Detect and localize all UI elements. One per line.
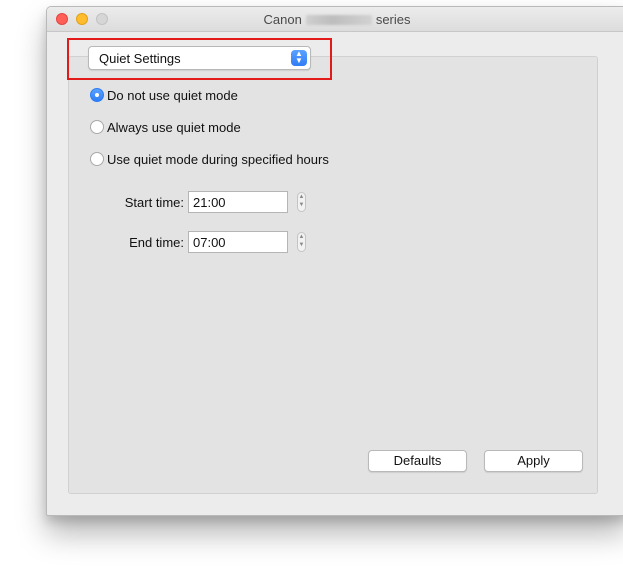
radio-label: Use quiet mode during specified hours: [107, 151, 329, 167]
radio-do-not-use-quiet-mode[interactable]: Do not use quiet mode: [90, 85, 238, 105]
start-time-field[interactable]: [188, 191, 288, 213]
apply-button[interactable]: Apply: [484, 450, 583, 472]
start-time-label: Start time:: [124, 195, 184, 210]
radio-label: Do not use quiet mode: [107, 87, 238, 103]
window-title-series: series: [375, 12, 411, 27]
radio-selected-icon: [90, 88, 104, 102]
settings-popup-label: Quiet Settings: [99, 51, 181, 66]
chevron-up-down-icon: ▲ ▼: [291, 50, 307, 66]
end-time-label: End time:: [129, 235, 184, 250]
radio-unselected-icon: [90, 152, 104, 166]
end-time-stepper[interactable]: ▲ ▼: [297, 232, 306, 252]
window-title: Canon series: [47, 12, 623, 27]
settings-popup-button[interactable]: Quiet Settings ▲ ▼: [88, 46, 311, 70]
radio-label: Always use quiet mode: [107, 119, 241, 135]
radio-use-quiet-mode-specified-hours[interactable]: Use quiet mode during specified hours: [90, 149, 329, 169]
end-time-field[interactable]: [188, 231, 288, 253]
window-title-brand: Canon: [263, 12, 302, 27]
defaults-button[interactable]: Defaults: [368, 450, 467, 472]
radio-always-use-quiet-mode[interactable]: Always use quiet mode: [90, 117, 241, 137]
redacted-model-name: [305, 15, 372, 25]
start-time-stepper[interactable]: ▲ ▼: [297, 192, 306, 212]
printer-window: Canon series Quiet Settings ▲ ▼ Do not use…: [46, 6, 623, 516]
radio-unselected-icon: [90, 120, 104, 134]
title-bar: Canon series: [47, 7, 623, 32]
